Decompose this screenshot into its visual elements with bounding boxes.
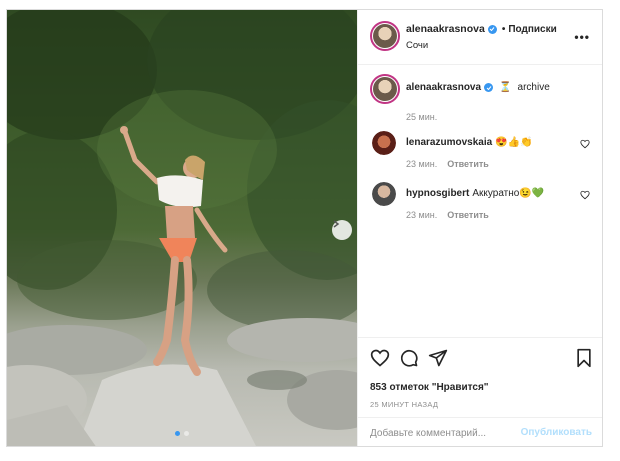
commenter-username[interactable]: lenarazumovskaia [406, 137, 492, 148]
caption-avatar[interactable] [370, 74, 400, 104]
verified-badge-icon [484, 83, 494, 92]
photo-scene [7, 10, 357, 446]
post-actions: 853 отметок "Нравится" 25 МИНУТ НАЗАД Оп… [358, 337, 602, 446]
author-line: alenaakrasnova • Подписки [406, 23, 557, 35]
comment-icon[interactable] [399, 348, 419, 368]
caption-username[interactable]: alenaakrasnova [406, 82, 481, 93]
comment-meta: 23 мин. Ответить [406, 159, 489, 169]
comment-input[interactable] [370, 424, 520, 442]
carousel-indicator [175, 431, 189, 436]
comment-time[interactable]: 23 мин. [406, 159, 437, 169]
add-comment-form: Опубликовать [358, 417, 602, 446]
comment-text: hypnosgibert Аккуратно😉💚 [406, 188, 544, 199]
caption-text: alenaakrasnova ⏳ archive [406, 82, 550, 93]
author-username[interactable]: alenaakrasnova [406, 23, 485, 35]
post-location[interactable]: Сочи [406, 40, 428, 51]
post-side-panel: alenaakrasnova • Подписки Сочи ••• alena… [357, 10, 602, 446]
separator-dot: • [501, 23, 506, 35]
comment-like-heart-icon[interactable] [580, 190, 590, 200]
caption-time[interactable]: 25 мин. [406, 112, 437, 122]
carousel-dot [184, 431, 189, 436]
publish-comment-button[interactable]: Опубликовать [521, 427, 592, 438]
more-options-icon[interactable]: ••• [574, 30, 590, 44]
carousel-dot-active [175, 431, 180, 436]
chevron-right-icon [333, 220, 340, 228]
reply-button[interactable]: Ответить [447, 210, 489, 220]
caption-body: archive [517, 82, 550, 93]
carousel-next-button[interactable] [332, 220, 352, 240]
comment-body: Аккуратно😉💚 [472, 188, 545, 199]
comment-body: 😍👍👏 [495, 137, 533, 148]
verified-badge-icon [487, 24, 497, 34]
heart-icon[interactable] [370, 348, 390, 368]
comment-text: lenarazumovskaia 😍👍👏 [406, 137, 533, 148]
share-icon[interactable] [428, 348, 448, 368]
caption-meta: 25 мин. [406, 112, 437, 122]
comment-like-heart-icon[interactable] [580, 139, 590, 149]
post-dialog: alenaakrasnova • Подписки Сочи ••• alena… [6, 9, 603, 447]
post-photo[interactable] [7, 10, 357, 446]
likes-count[interactable]: 853 отметок "Нравится" [370, 382, 489, 393]
caption-emoji: ⏳ [499, 82, 512, 93]
bookmark-icon[interactable] [574, 348, 594, 368]
comment-time[interactable]: 23 мин. [406, 210, 437, 220]
commenter-username[interactable]: hypnosgibert [406, 188, 469, 199]
reply-button[interactable]: Ответить [447, 159, 489, 169]
post-header: alenaakrasnova • Подписки Сочи ••• [358, 10, 602, 65]
author-avatar[interactable] [370, 21, 400, 51]
comment-meta: 23 мин. Ответить [406, 210, 489, 220]
commenter-avatar[interactable] [372, 131, 396, 155]
following-button[interactable]: Подписки [508, 24, 556, 35]
commenter-avatar[interactable] [372, 182, 396, 206]
post-timestamp: 25 МИНУТ НАЗАД [370, 400, 439, 409]
